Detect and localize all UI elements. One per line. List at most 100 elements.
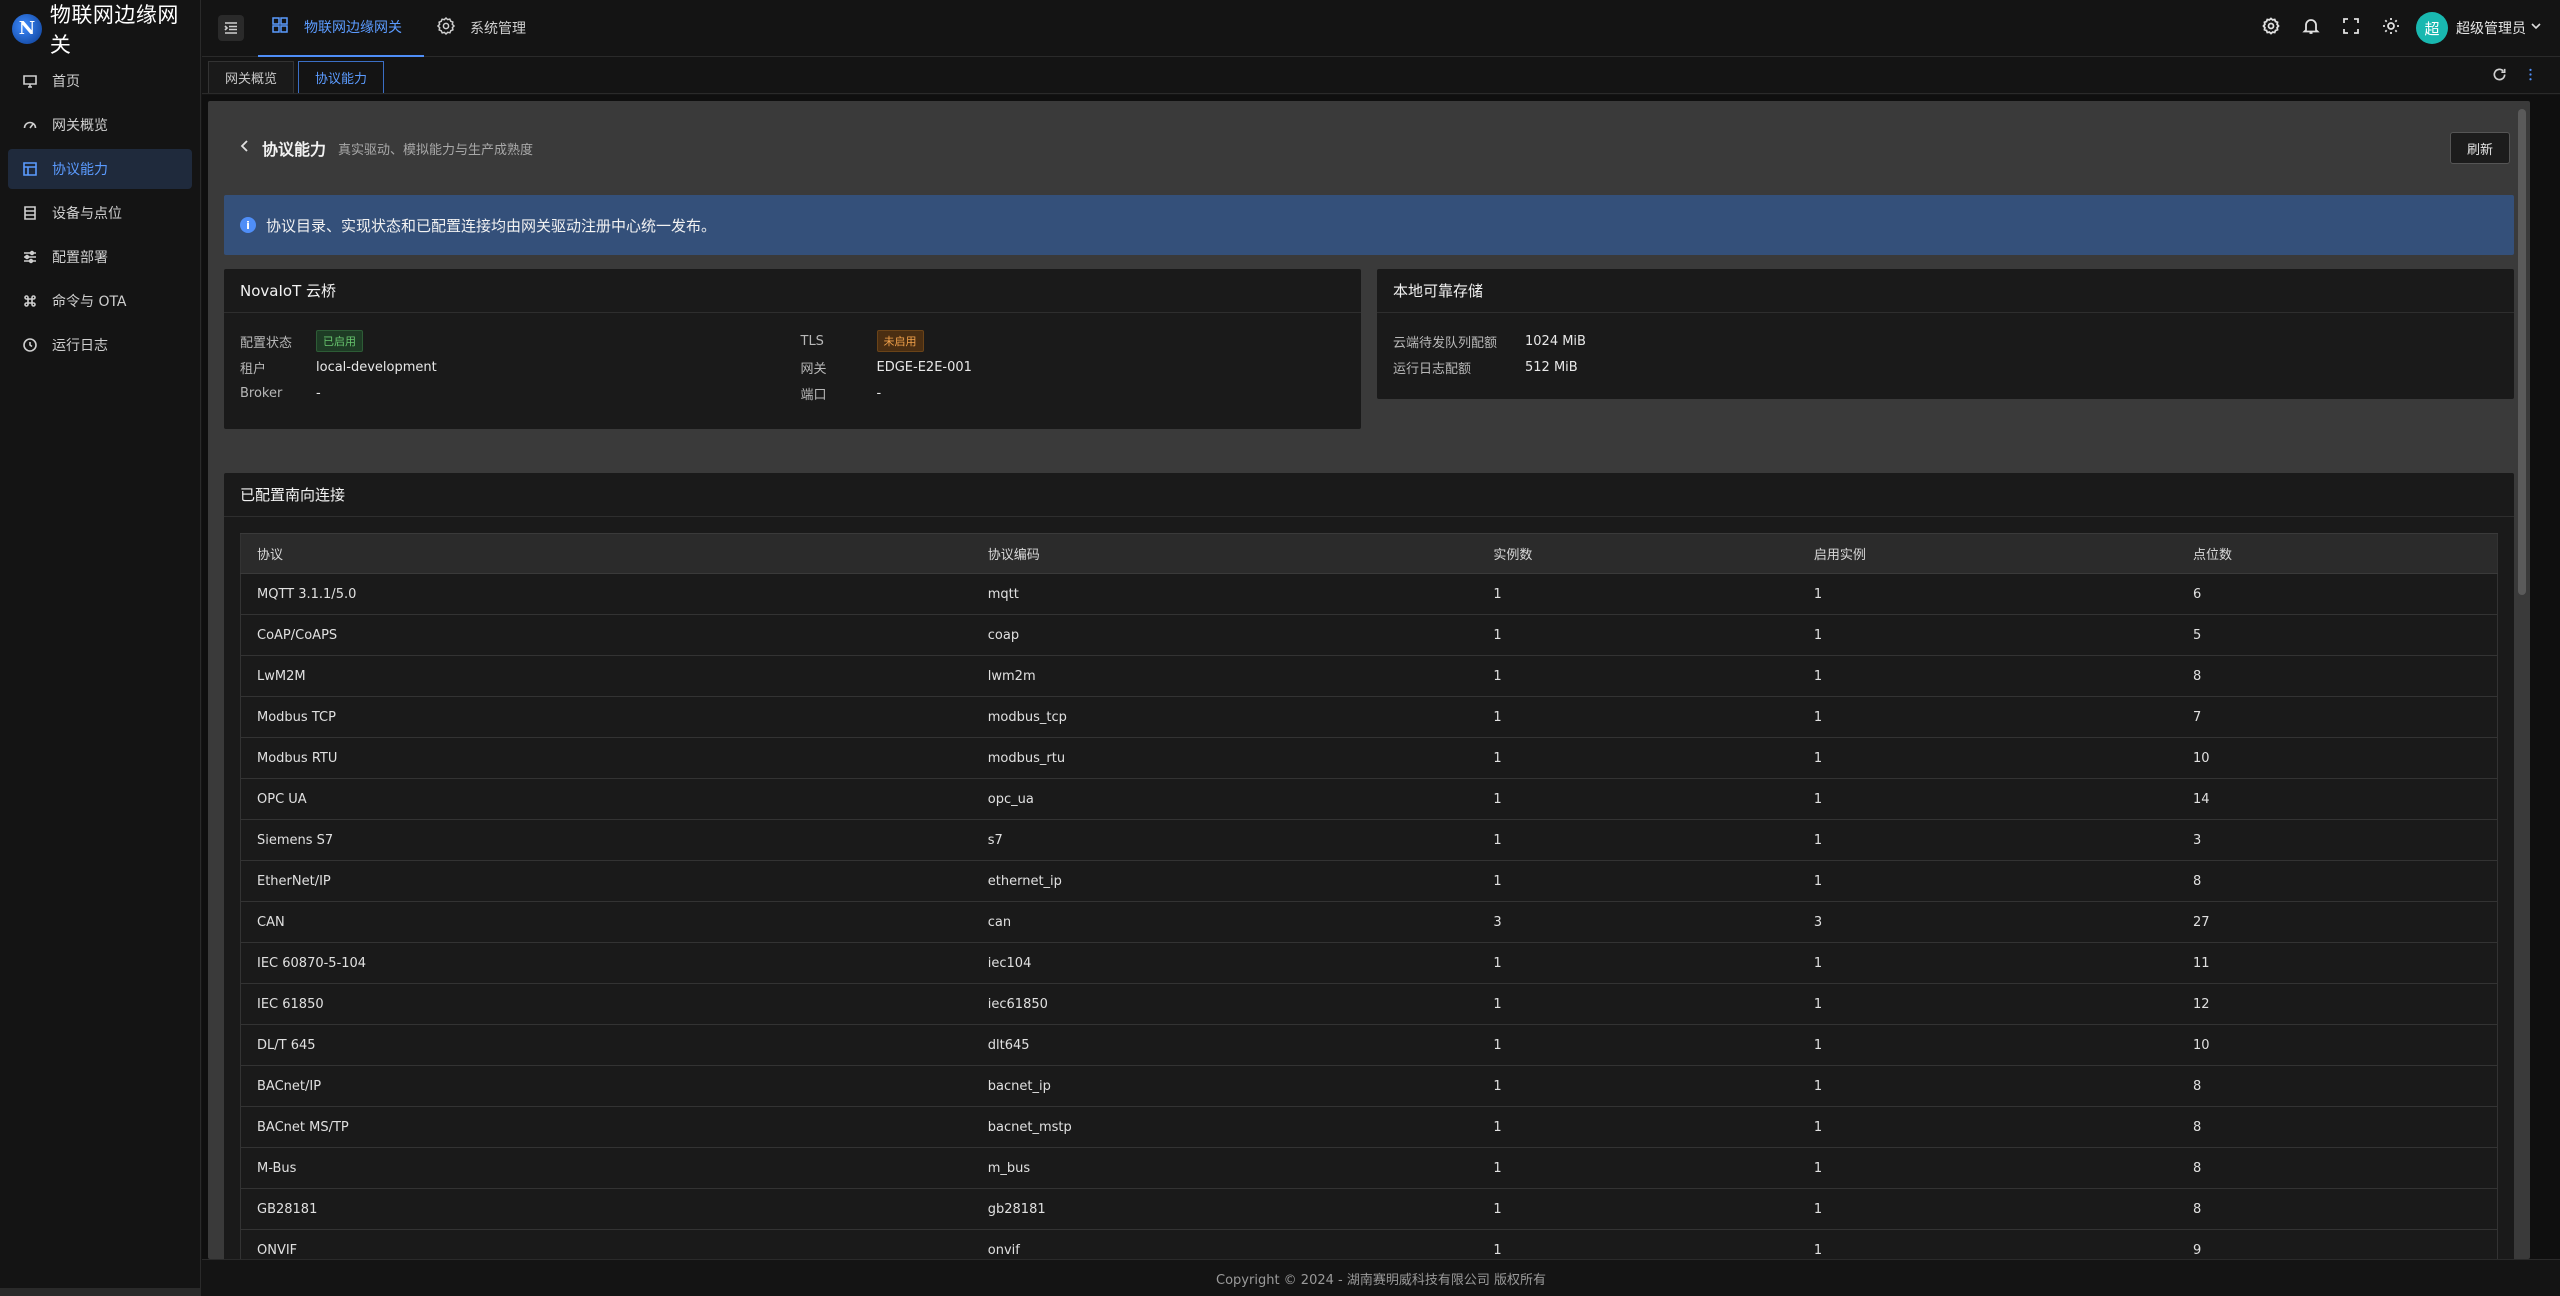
top-menu-item-0[interactable]: 物联网边缘网关 bbox=[258, 0, 424, 57]
sidebar-item-6[interactable]: 运行日志 bbox=[8, 325, 192, 365]
field-row: Broker - bbox=[240, 383, 785, 403]
table-cell: lwm2m bbox=[971, 655, 1478, 697]
table-cell: can bbox=[971, 901, 1478, 943]
user-menu[interactable]: 超级管理员 bbox=[2456, 18, 2542, 38]
page-header: 协议能力 真实驱动、模拟能力与生产成熟度 刷新 bbox=[224, 101, 2514, 195]
sidebar-item-label: 运行日志 bbox=[52, 338, 108, 354]
table-body: MQTT 3.1.1/5.0 mqtt 1 1 6 CoAP/CoAPS coap 1 1 5 Lw… bbox=[240, 573, 2498, 1259]
table-cell: Siemens S7 bbox=[240, 819, 972, 861]
table-cell: 27 bbox=[2176, 901, 2498, 943]
table-row[interactable]: IEC 61850 iec61850 1 1 12 bbox=[240, 983, 2498, 1025]
table-cell: iec104 bbox=[971, 942, 1478, 984]
sidebar-toggle-button[interactable] bbox=[218, 15, 244, 41]
refresh-button[interactable]: 刷新 bbox=[2449, 132, 2510, 164]
sidebar-item-5[interactable]: 命令与 OTA bbox=[8, 281, 192, 321]
tab-0[interactable]: 网关概览 bbox=[208, 61, 295, 93]
header-actions: 超 超级管理员 bbox=[2262, 12, 2560, 44]
table-row[interactable]: DL/T 645 dlt645 1 1 10 bbox=[240, 1024, 2498, 1066]
table-row[interactable]: EtherNet/IP ethernet_ip 1 1 8 bbox=[240, 860, 2498, 902]
table-row[interactable]: LwM2M lwm2m 1 1 8 bbox=[240, 655, 2498, 697]
field-label: TLS bbox=[800, 333, 824, 349]
sun-icon[interactable] bbox=[2382, 17, 2400, 39]
table-cell: GB28181 bbox=[240, 1188, 972, 1230]
table-cell: MQTT 3.1.1/5.0 bbox=[240, 573, 972, 615]
column-header[interactable]: 点位数 bbox=[2176, 533, 2498, 574]
table-cell: 1 bbox=[1477, 1106, 1798, 1148]
sidebar-item-1[interactable]: 网关概览 bbox=[8, 105, 192, 145]
table-row[interactable]: M-Bus m_bus 1 1 8 bbox=[240, 1147, 2498, 1189]
layout-icon bbox=[22, 161, 38, 177]
status-badge: 未启用 bbox=[876, 330, 924, 352]
brand[interactable]: N 物联网边缘网关 bbox=[0, 0, 200, 57]
table-cell: mqtt bbox=[971, 573, 1478, 615]
column-header[interactable]: 协议编码 bbox=[971, 533, 1478, 574]
top-menu-item-1[interactable]: 系统管理 bbox=[424, 0, 548, 57]
table-cell: 1 bbox=[1477, 983, 1798, 1025]
cloud-bridge-card: NovaIoT 云桥 配置状态 已启用 TLS 未启用 租户 local-developm… bbox=[224, 269, 1361, 429]
field-label: 云端待发队列配额 bbox=[1393, 335, 1498, 351]
table-row[interactable]: BACnet/IP bacnet_ip 1 1 8 bbox=[240, 1065, 2498, 1107]
field-value: 512 MiB bbox=[1525, 359, 1578, 375]
sidebar-item-2[interactable]: 协议能力 bbox=[8, 149, 192, 189]
back-arrow-icon[interactable] bbox=[238, 139, 252, 157]
table-header-row: 协议 协议编码 实例数 启用实例 点位数 bbox=[240, 533, 2498, 574]
column-header[interactable]: 实例数 bbox=[1477, 533, 1798, 574]
field-label: 租户 bbox=[240, 361, 267, 377]
sidebar-item-4[interactable]: 配置部署 bbox=[8, 237, 192, 277]
field-row: 运行日志配额 512 MiB bbox=[1393, 357, 2498, 377]
tab-1[interactable]: 协议能力 bbox=[298, 61, 385, 93]
table-cell: dlt645 bbox=[971, 1024, 1478, 1066]
field-label: 运行日志配额 bbox=[1393, 361, 1472, 377]
table-row[interactable]: CAN can 3 3 27 bbox=[240, 901, 2498, 943]
table-cell: 1 bbox=[1797, 860, 2177, 902]
table-row[interactable]: Siemens S7 s7 1 1 3 bbox=[240, 819, 2498, 861]
fullscreen-icon[interactable] bbox=[2342, 17, 2360, 39]
column-header[interactable]: 协议 bbox=[240, 533, 972, 574]
settings-gear-icon[interactable] bbox=[2262, 17, 2280, 39]
table-row[interactable]: MQTT 3.1.1/5.0 mqtt 1 1 6 bbox=[240, 573, 2498, 615]
more-vertical-icon[interactable] bbox=[2523, 67, 2538, 86]
avatar[interactable]: 超 bbox=[2416, 12, 2448, 44]
table-row[interactable]: IEC 60870-5-104 iec104 1 1 11 bbox=[240, 942, 2498, 984]
top-menu-label: 物联网边缘网关 bbox=[304, 20, 402, 36]
storage-fields: 云端待发队列配额 1024 MiB 运行日志配额 512 MiB bbox=[1393, 331, 2498, 377]
bell-icon[interactable] bbox=[2302, 17, 2320, 39]
table-cell: 1 bbox=[1797, 1024, 2177, 1066]
local-storage-card: 本地可靠存储 云端待发队列配额 1024 MiB 运行日志配额 512 MiB bbox=[1377, 269, 2514, 399]
table-cell: IEC 60870-5-104 bbox=[240, 942, 972, 984]
table-cell: 8 bbox=[2176, 655, 2498, 697]
table-cell: 1 bbox=[1477, 819, 1798, 861]
field-value: - bbox=[316, 385, 321, 401]
table-row[interactable]: BACnet MS/TP bacnet_mstp 1 1 8 bbox=[240, 1106, 2498, 1148]
card-title: 已配置南向连接 bbox=[224, 473, 2514, 517]
reload-icon[interactable] bbox=[2492, 67, 2507, 86]
sidebar-item-label: 协议能力 bbox=[52, 162, 108, 178]
table-row[interactable]: Modbus TCP modbus_tcp 1 1 7 bbox=[240, 696, 2498, 738]
status-badge: 已启用 bbox=[316, 330, 363, 352]
table-cell: 1 bbox=[1477, 942, 1798, 984]
sidebar-item-3[interactable]: 设备与点位 bbox=[8, 193, 192, 233]
top-menu-label: 系统管理 bbox=[470, 21, 526, 37]
monitor-icon bbox=[22, 73, 38, 89]
table-row[interactable]: CoAP/CoAPS coap 1 1 5 bbox=[240, 614, 2498, 656]
table-cell: modbus_rtu bbox=[971, 737, 1478, 779]
content-scrollbar-thumb[interactable] bbox=[2518, 109, 2526, 595]
table-cell: 1 bbox=[1477, 655, 1798, 697]
user-name: 超级管理员 bbox=[2456, 21, 2526, 37]
app-title: 物联网边缘网关 bbox=[49, 2, 179, 57]
table-row[interactable]: OPC UA opc_ua 1 1 14 bbox=[240, 778, 2498, 820]
sidebar-item-0[interactable]: 首页 bbox=[8, 61, 192, 101]
table-row[interactable]: ONVIF onvif 1 1 9 bbox=[240, 1229, 2498, 1259]
table-cell: IEC 61850 bbox=[240, 983, 972, 1025]
cloud-fields: 配置状态 已启用 TLS 未启用 租户 local-development 网关 EDGE-E… bbox=[240, 330, 1345, 403]
app-logo: N bbox=[12, 13, 42, 44]
content-panel: 协议能力 真实驱动、模拟能力与生产成熟度 刷新 i 协议目录、实现状态和已配置连… bbox=[208, 101, 2530, 1259]
column-header[interactable]: 启用实例 bbox=[1797, 533, 2177, 574]
field-value: 1024 MiB bbox=[1525, 333, 1586, 349]
sidebar-scrollbar[interactable] bbox=[0, 1288, 200, 1296]
table-cell: 11 bbox=[2176, 942, 2498, 984]
table-row[interactable]: GB28181 gb28181 1 1 8 bbox=[240, 1188, 2498, 1230]
table-row[interactable]: Modbus RTU modbus_rtu 1 1 10 bbox=[240, 737, 2498, 779]
table-cell: 1 bbox=[1477, 696, 1798, 738]
table-cell: 3 bbox=[2176, 819, 2498, 861]
